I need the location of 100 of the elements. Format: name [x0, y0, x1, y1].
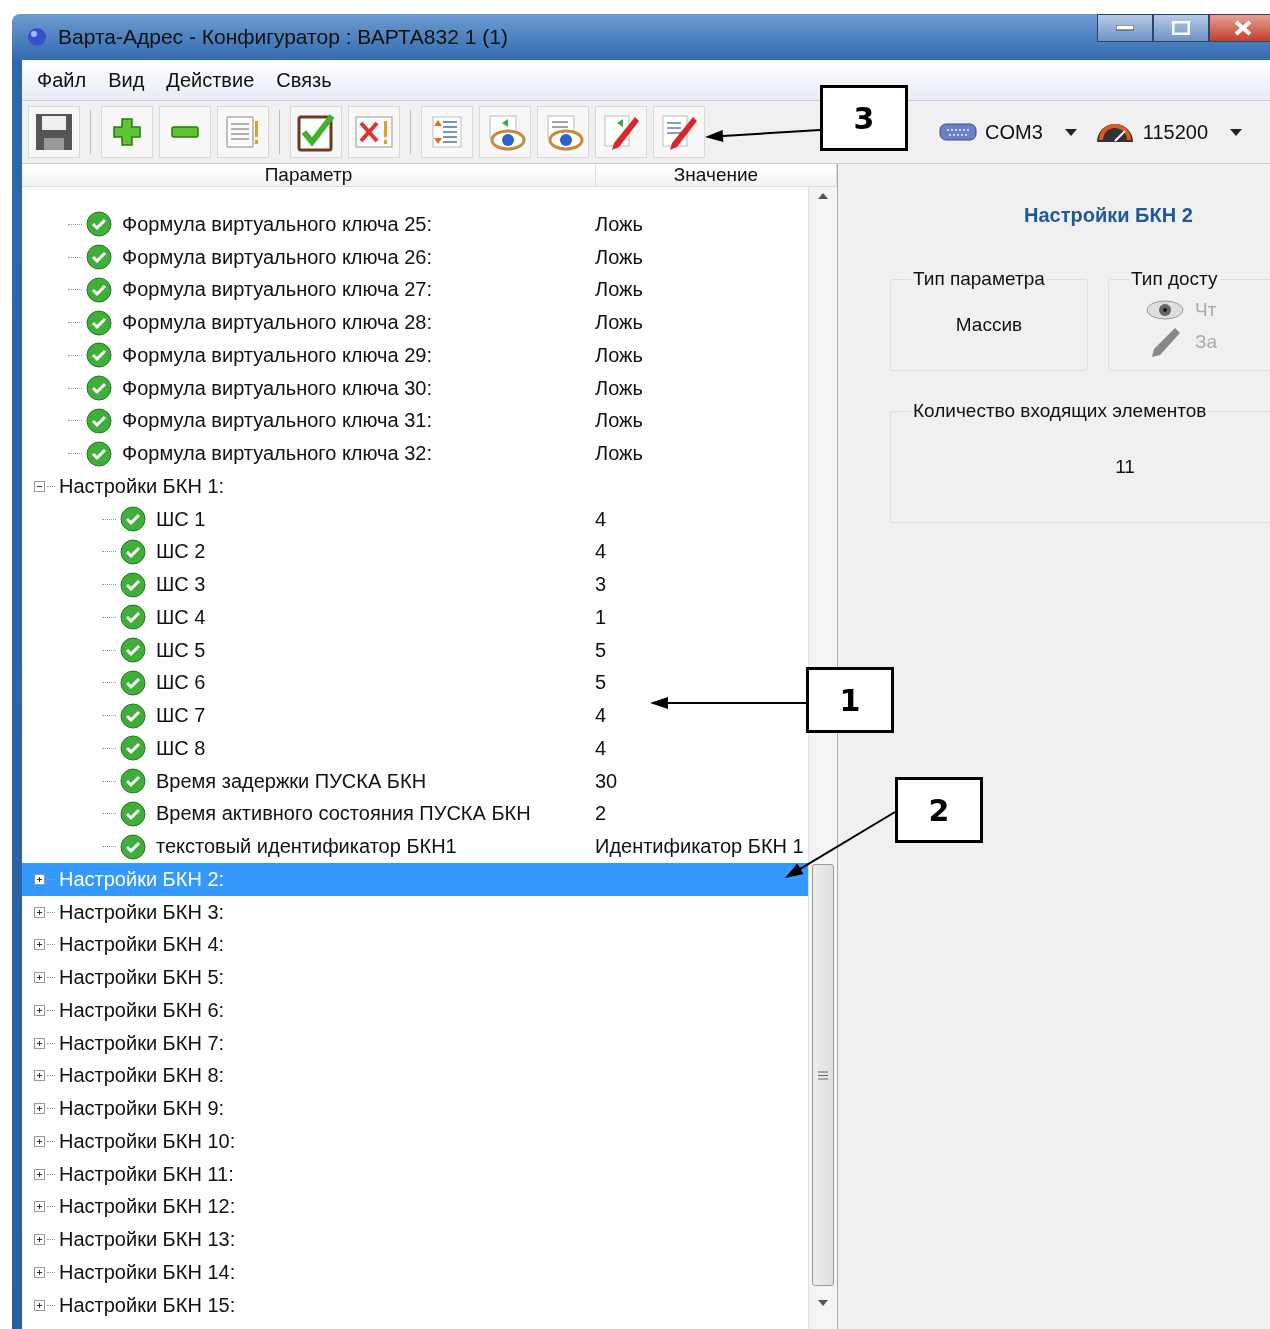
tree-row[interactable]: Время активного состояния ПУСКА БКН 2: [22, 797, 808, 831]
menu-item[interactable]: Действие: [157, 64, 264, 96]
expand-toggle[interactable]: [34, 1070, 45, 1082]
tree-row[interactable]: Формула виртуального ключа 31: Ложь: [22, 404, 808, 438]
tree-row[interactable]: Настройки БКН 11:: [22, 1157, 808, 1191]
parameter-name: ШС 5: [156, 638, 206, 662]
tree-row[interactable]: Настройки БКН 1:: [22, 470, 808, 503]
check-icon: [120, 637, 146, 664]
tree-row[interactable]: текстовый идентификатор БКН1 Идентификатор БКН 1: [22, 830, 808, 863]
grip-icon: [818, 1070, 828, 1080]
parameter-value: Ложь: [595, 245, 643, 269]
toolbar-button[interactable]: [28, 106, 80, 158]
caret-icon: [1064, 128, 1077, 136]
tree-row[interactable]: Настройки БКН 4:: [22, 928, 808, 962]
tree-row[interactable]: ШС 1 4: [22, 502, 808, 536]
tree-row[interactable]: Формула виртуального ключа 32: Ложь: [22, 437, 808, 470]
tree-row[interactable]: ШС 2 4: [22, 535, 808, 569]
toolbar-button[interactable]: [537, 106, 589, 158]
menu-item[interactable]: Связь: [267, 64, 341, 96]
parameter-name: ШС 7: [156, 704, 206, 728]
maximize-button[interactable]: [1153, 14, 1209, 42]
tree-row[interactable]: ШС 4 1: [22, 601, 808, 634]
parameter-value: 4: [595, 736, 607, 760]
tree-row[interactable]: ШС 7 4: [22, 699, 808, 732]
toolbar-button[interactable]: [595, 106, 647, 158]
parameter-name: Формула виртуального ключа 28:: [122, 311, 432, 335]
check-icon: [86, 407, 112, 434]
expand-toggle[interactable]: [34, 1168, 45, 1180]
port-dropdown[interactable]: COM3: [933, 116, 1083, 148]
expand-toggle[interactable]: [34, 1037, 45, 1049]
expand-toggle[interactable]: [34, 939, 45, 951]
tree-row[interactable]: Формула виртуального ключа 26: Ложь: [22, 240, 808, 274]
toolbar-button[interactable]: [479, 106, 531, 158]
baud-rate-dropdown[interactable]: 115200: [1088, 116, 1249, 148]
column-header[interactable]: Значение: [596, 164, 837, 186]
minimize-icon: [1116, 25, 1134, 31]
expand-toggle[interactable]: [34, 1299, 45, 1311]
tree-row[interactable]: Формула виртуального ключа 29: Ложь: [22, 339, 808, 372]
tree-row[interactable]: Настройки БКН 3:: [22, 895, 808, 929]
group-name: Настройки БКН 1:: [59, 474, 225, 498]
parameter-value: 4: [595, 540, 607, 564]
group-name: Настройки БКН 15:: [59, 1293, 236, 1317]
menu-item[interactable]: Файл: [28, 64, 96, 96]
expand-toggle[interactable]: [34, 1103, 45, 1115]
expand-toggle[interactable]: [34, 1201, 45, 1213]
tree-row[interactable]: ШС 5 5: [22, 633, 808, 667]
close-button[interactable]: [1209, 14, 1270, 42]
caret-icon: [1230, 128, 1243, 136]
parameter-value: Ложь: [595, 376, 643, 400]
tree-row[interactable]: Настройки БКН 5:: [22, 961, 808, 994]
tree-row[interactable]: Время задержки ПУСКА БКН 30: [22, 764, 808, 798]
tree-row[interactable]: Настройки БКН 6:: [22, 994, 808, 1027]
toolbar-button[interactable]: [653, 106, 705, 158]
list-warning-icon: [225, 115, 261, 149]
group-name: Настройки БКН 7:: [59, 1031, 225, 1055]
parameter-name: Формула виртуального ключа 32:: [122, 442, 432, 466]
expand-toggle[interactable]: [34, 1135, 45, 1147]
scrollbar[interactable]: [808, 187, 837, 1329]
group-name: Настройки БКН 10:: [59, 1129, 236, 1153]
expand-toggle[interactable]: [34, 1234, 45, 1246]
group-name: Настройки БКН 6:: [59, 998, 225, 1022]
expand-toggle[interactable]: [34, 873, 45, 885]
tree-row[interactable]: Настройки БКН 15:: [22, 1288, 808, 1322]
tree-row[interactable]: Формула виртуального ключа 27: Ложь: [22, 273, 808, 307]
tree-row[interactable]: Настройки БКН 12:: [22, 1190, 808, 1224]
check-icon: [120, 735, 146, 762]
column-header[interactable]: Параметр: [22, 164, 596, 186]
toolbar-button[interactable]: [348, 106, 400, 158]
group-name: Настройки БКН 5:: [59, 966, 225, 990]
parameter-value: 4: [595, 704, 607, 728]
tree-row[interactable]: Настройки БКН 9:: [22, 1092, 808, 1125]
toolbar-button[interactable]: [290, 106, 342, 158]
tree-row[interactable]: Формула виртуального ключа 28: Ложь: [22, 306, 808, 339]
parameter-value: 1: [595, 605, 607, 629]
parameter-value: 30: [595, 769, 618, 793]
menu-item[interactable]: Вид: [99, 64, 154, 96]
tree-row[interactable]: Настройки БКН 7:: [22, 1026, 808, 1060]
tree-row[interactable]: Настройки БКН 8:: [22, 1059, 808, 1093]
toolbar-button[interactable]: [159, 106, 211, 158]
expand-toggle[interactable]: [34, 1266, 45, 1278]
check-icon: [120, 768, 146, 795]
parameter-name: ШС 1: [156, 507, 206, 531]
parameter-value: 5: [595, 671, 607, 695]
tree-row[interactable]: ШС 3 3: [22, 568, 808, 601]
tree-row[interactable]: Формула виртуального ключа 30: Ложь: [22, 371, 808, 405]
expand-toggle[interactable]: [34, 1004, 45, 1016]
group-name: Настройки БКН 8:: [59, 1064, 225, 1088]
parameter-name: ШС 3: [156, 573, 206, 597]
tree-row[interactable]: Настройки БКН 14:: [22, 1256, 808, 1289]
minimize-button[interactable]: [1097, 14, 1153, 42]
expand-toggle[interactable]: [34, 480, 45, 492]
tree-row[interactable]: Настройки БКН 10:: [22, 1125, 808, 1158]
tree-row[interactable]: ШС 8 4: [22, 732, 808, 765]
expand-toggle[interactable]: [34, 906, 45, 918]
tree-row[interactable]: Настройки БКН 13:: [22, 1223, 808, 1256]
toolbar-button[interactable]: [101, 106, 153, 158]
tree-row[interactable]: Формула виртуального ключа 25: Ложь: [22, 208, 808, 241]
parameter-name: Время задержки ПУСКА БКН: [156, 769, 427, 793]
tree-row[interactable]: ШС 6 5: [22, 666, 808, 700]
expand-toggle[interactable]: [34, 972, 45, 984]
